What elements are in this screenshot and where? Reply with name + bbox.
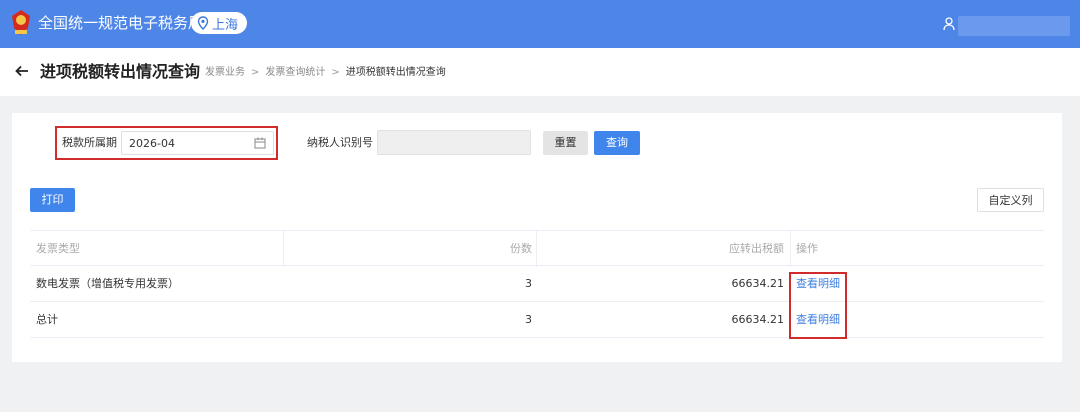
column-header-action: 操作 <box>796 242 818 255</box>
user-name-redacted[interactable] <box>958 16 1070 36</box>
breadcrumb-separator: > <box>251 67 260 78</box>
breadcrumb-item[interactable]: 发票查询统计 <box>265 67 325 78</box>
taxid-label: 纳税人识别号 <box>307 136 373 149</box>
taxid-input[interactable] <box>377 130 531 155</box>
page-header: 进项税额转出情况查询 发票业务 > 发票查询统计 > 进项税额转出情况查询 <box>0 48 1080 96</box>
count-cell: 3 <box>525 313 532 326</box>
page-title: 进项税额转出情况查询 <box>40 62 201 81</box>
query-button[interactable]: 查询 <box>594 131 640 155</box>
table-row-total: 总计 3 66634.21 查看明细 <box>30 302 1044 338</box>
custom-columns-button[interactable]: 自定义列 <box>977 188 1044 212</box>
column-divider <box>790 231 791 267</box>
column-divider <box>536 231 537 267</box>
app-title[interactable]: 全国统一规范电子税务局 <box>38 13 203 33</box>
period-picker[interactable]: 2026-04 <box>121 131 274 155</box>
amount-cell: 66634.21 <box>731 277 785 290</box>
table-header-row: 发票类型 份数 应转出税额 操作 <box>30 230 1044 267</box>
print-button[interactable]: 打印 <box>30 188 75 212</box>
invoice-type-cell: 数电发票（增值税专用发票） <box>36 277 179 290</box>
back-arrow-icon[interactable] <box>14 63 30 79</box>
location-pin-icon <box>197 16 209 30</box>
region-label: 上海 <box>212 17 239 33</box>
count-cell: 3 <box>525 277 532 290</box>
breadcrumb-separator: > <box>331 67 340 78</box>
invoice-type-cell: 总计 <box>36 313 58 326</box>
period-value: 2026-04 <box>129 137 175 150</box>
national-emblem-icon <box>12 10 30 35</box>
top-navigation-bar: 全国统一规范电子税务局 上海 <box>0 0 1080 48</box>
calendar-icon[interactable] <box>254 137 266 149</box>
column-header-amount: 应转出税额 <box>729 242 784 255</box>
region-selector[interactable]: 上海 <box>191 12 248 34</box>
table-row: 数电发票（增值税专用发票） 3 66634.21 查看明细 <box>30 266 1044 302</box>
amount-cell: 66634.21 <box>731 313 785 326</box>
action-highlight-box <box>789 272 847 339</box>
column-header-type: 发票类型 <box>36 242 80 255</box>
breadcrumb-item[interactable]: 发票业务 <box>205 67 245 78</box>
period-label: 税款所属期 <box>62 136 117 149</box>
column-header-count: 份数 <box>510 242 532 255</box>
reset-button[interactable]: 重置 <box>543 131 588 155</box>
user-icon[interactable] <box>943 17 955 31</box>
breadcrumb-current: 进项税额转出情况查询 <box>345 67 446 78</box>
breadcrumb: 发票业务 > 发票查询统计 > 进项税额转出情况查询 <box>205 66 446 80</box>
